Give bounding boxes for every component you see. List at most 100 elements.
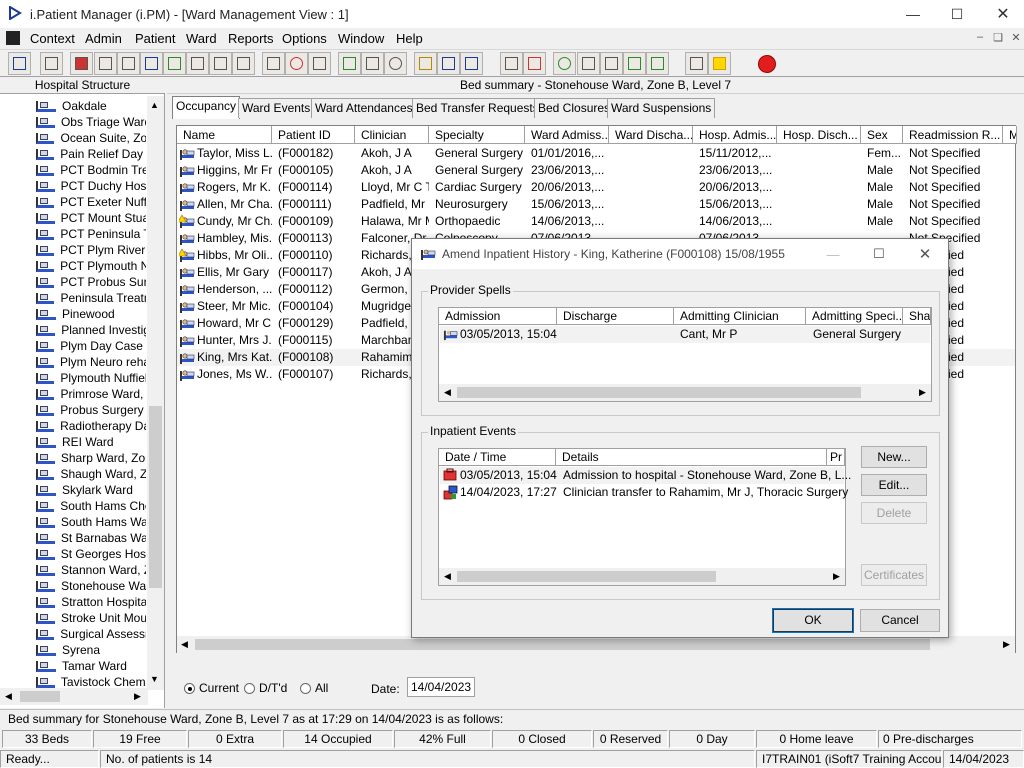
- report-icon[interactable]: [338, 52, 361, 75]
- scroll-up-icon[interactable]: ▲: [150, 100, 159, 110]
- col-ward-admission[interactable]: Ward Admiss...: [525, 126, 609, 144]
- tree-item-ward[interactable]: PCT Probus Surg: [36, 274, 146, 290]
- document-icon[interactable]: [117, 52, 140, 75]
- tree-item-ward[interactable]: Surgical Assessm: [36, 626, 146, 642]
- table-row[interactable]: Taylor, Miss L... (F000182) Akoh, J A Gener…: [177, 145, 1015, 162]
- tree-item-ward[interactable]: Syrena: [36, 642, 146, 658]
- person-icon[interactable]: [163, 52, 186, 75]
- tree-item-ward[interactable]: Radiotherapy Day: [36, 418, 146, 434]
- col-discharge[interactable]: Discharge: [557, 308, 674, 325]
- tree-item-ward[interactable]: Sharp Ward, Zon: [36, 450, 146, 466]
- swap-arrows-icon[interactable]: [685, 52, 708, 75]
- col-specialty[interactable]: Specialty: [429, 126, 525, 144]
- date-field[interactable]: 14/04/2023: [407, 677, 475, 697]
- menu-ward[interactable]: Ward: [186, 31, 217, 46]
- tree-item-ward[interactable]: PCT Mount Stuar: [36, 210, 146, 226]
- table-row[interactable]: Allen, Mr Cha... (F000111) Padfield, Mr L N…: [177, 196, 1015, 213]
- tree-scroll-thumb[interactable]: [149, 406, 162, 588]
- col-clinician[interactable]: Clinician: [355, 126, 429, 144]
- record-icon[interactable]: [70, 52, 93, 75]
- col-sex[interactable]: Sex: [861, 126, 903, 144]
- notes-icon[interactable]: [186, 52, 209, 75]
- tree-item-ward[interactable]: PCT Exeter Nuffie: [36, 194, 146, 210]
- tree-item-ward[interactable]: PCT Duchy Hosp: [36, 178, 146, 194]
- ok-button[interactable]: OK: [772, 608, 854, 633]
- radio-current-indicator[interactable]: [184, 683, 195, 694]
- print-icon[interactable]: [40, 52, 63, 75]
- tree-hscroll-thumb[interactable]: [20, 691, 60, 702]
- scroll-left-icon[interactable]: ◀: [181, 639, 188, 650]
- tree-item-ward[interactable]: Shaugh Ward, Zo: [36, 466, 146, 482]
- delete-event-button[interactable]: Delete: [861, 502, 927, 524]
- grid-horizontal-scrollbar[interactable]: ◀ ▶: [177, 636, 1015, 653]
- minimize-button[interactable]: —: [890, 0, 936, 28]
- scroll-down-icon[interactable]: ▼: [150, 674, 159, 684]
- menu-window[interactable]: Window: [338, 31, 384, 46]
- bed-user-icon[interactable]: [460, 52, 483, 75]
- tree-item-ward[interactable]: PCT Bodmin Trea: [36, 162, 146, 178]
- list-icon[interactable]: [414, 52, 437, 75]
- warning-icon[interactable]: [708, 52, 731, 75]
- scroll-right-icon[interactable]: ▶: [833, 571, 840, 582]
- tree-item-ward[interactable]: Oakdale: [36, 98, 146, 114]
- new-event-button[interactable]: New...: [861, 446, 927, 468]
- exit-icon[interactable]: [755, 52, 778, 75]
- menu-admin[interactable]: Admin: [85, 31, 122, 46]
- page-icon[interactable]: [500, 52, 523, 75]
- col-hosp-discharge[interactable]: Hosp. Disch...: [777, 126, 861, 144]
- cancel-button[interactable]: Cancel: [860, 609, 940, 632]
- tree-item-ward[interactable]: South Hams Cher: [36, 498, 146, 514]
- checklist-icon[interactable]: [577, 52, 600, 75]
- col-admitting-clinician[interactable]: Admitting Clinician: [674, 308, 806, 325]
- scroll-right-icon[interactable]: ▶: [919, 387, 926, 398]
- col-admission[interactable]: Admission: [439, 308, 557, 325]
- tree-item-ward[interactable]: PCT Peninsula Tr: [36, 226, 146, 242]
- tree-item-ward[interactable]: PCT Plymouth Nu: [36, 258, 146, 274]
- scroll-right-icon[interactable]: ▶: [134, 691, 141, 702]
- tree-item-ward[interactable]: Stroke Unit Mour: [36, 610, 146, 626]
- menu-help[interactable]: Help: [396, 31, 423, 46]
- col-readmission-reason[interactable]: Readmission R...: [903, 126, 1003, 144]
- menu-options[interactable]: Options: [282, 31, 327, 46]
- col-details[interactable]: Details: [556, 449, 827, 466]
- col-pr[interactable]: Pr: [827, 449, 845, 466]
- edit-record-icon[interactable]: [94, 52, 117, 75]
- event-row[interactable]: 03/05/2013, 15:04 Admission to hospital …: [440, 467, 851, 484]
- tree-item-ward[interactable]: St Georges Hosp: [36, 546, 146, 562]
- radio-all[interactable]: All: [300, 681, 328, 695]
- tree-item-ward[interactable]: Plym Day Case U: [36, 338, 146, 354]
- radio-all-indicator[interactable]: [300, 683, 311, 694]
- tree-item-ward[interactable]: Skylark Ward: [36, 482, 146, 498]
- spells-horizontal-scrollbar[interactable]: ◀ ▶: [439, 384, 931, 401]
- mdi-minimize-button[interactable]: –: [972, 31, 988, 45]
- maximize-button[interactable]: ☐: [934, 0, 980, 28]
- col-ward-discharge[interactable]: Ward Discha...: [609, 126, 693, 144]
- monitor-icon[interactable]: [308, 52, 331, 75]
- close-button[interactable]: ✕: [980, 0, 1024, 28]
- tree-item-ward[interactable]: Ocean Suite, Zon: [36, 130, 146, 146]
- checklist-edit-icon[interactable]: [600, 52, 623, 75]
- radio-current[interactable]: Current: [184, 681, 239, 695]
- tree-item-ward[interactable]: Tamar Ward: [36, 658, 146, 674]
- tree-item-ward[interactable]: St Barnabas War: [36, 530, 146, 546]
- mdi-child-icon[interactable]: [6, 31, 20, 45]
- col-date-time[interactable]: Date / Time: [439, 449, 556, 466]
- edit-event-button[interactable]: Edit...: [861, 474, 927, 496]
- col-name[interactable]: Name: [177, 126, 272, 144]
- dialog-close-button[interactable]: ✕: [902, 239, 948, 269]
- tab-bed-closures[interactable]: Bed Closures: [534, 98, 615, 118]
- tab-ward-attendances[interactable]: Ward Attendances: [311, 98, 417, 118]
- green-arrows-icon[interactable]: [623, 52, 646, 75]
- dialog-minimize-button[interactable]: —: [810, 239, 856, 269]
- col-share[interactable]: Shar: [903, 308, 931, 325]
- m-icon[interactable]: [140, 52, 163, 75]
- scroll-left-icon[interactable]: ◀: [444, 571, 451, 582]
- tree-item-ward[interactable]: Pain Relief Day C: [36, 146, 146, 162]
- green-swap-icon[interactable]: [646, 52, 669, 75]
- col-m[interactable]: M: [1003, 126, 1017, 144]
- radio-dtd[interactable]: D/T'd: [244, 681, 287, 695]
- table-row[interactable]: Cundy, Mr Ch... (F000109) Halawa, Mr M Orth…: [177, 213, 1015, 230]
- menu-patient[interactable]: Patient: [135, 31, 175, 46]
- mdi-close-button[interactable]: ✕: [1008, 31, 1024, 45]
- globe-icon[interactable]: [553, 52, 576, 75]
